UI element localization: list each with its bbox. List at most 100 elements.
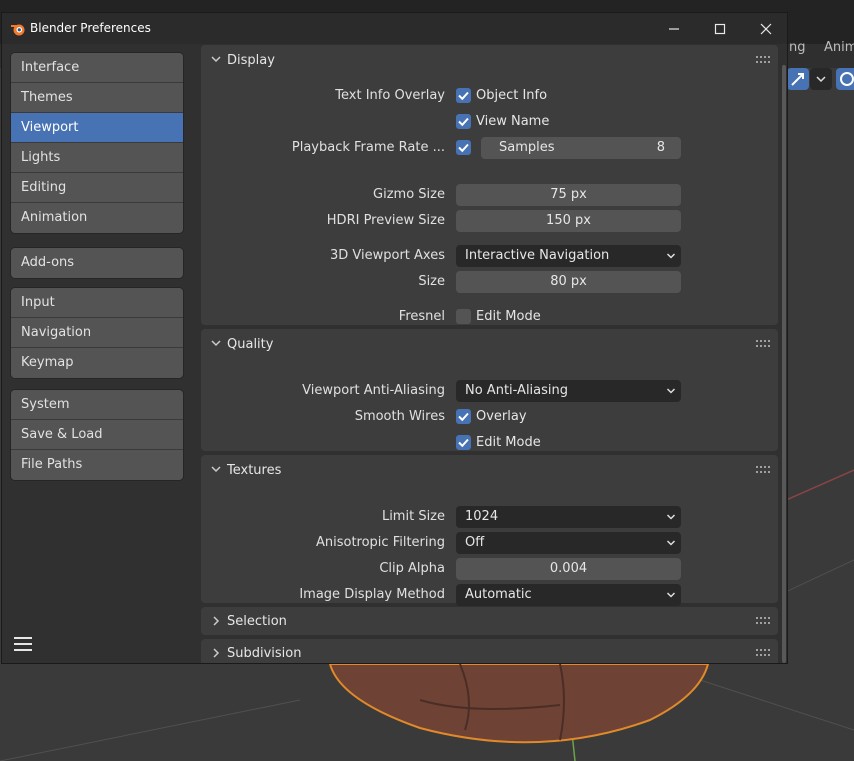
minimize-button[interactable] xyxy=(651,13,697,44)
minimize-icon xyxy=(669,27,679,30)
window-title: Blender Preferences xyxy=(30,21,151,35)
sidebar-item-file-paths[interactable]: File Paths xyxy=(11,450,183,480)
chevron-down-icon xyxy=(211,340,221,347)
image-display-method-value: Automatic xyxy=(465,587,532,602)
smooth-wires-edit-mode-label: Edit Mode xyxy=(476,435,541,450)
hamburger-menu-icon[interactable] xyxy=(12,633,34,655)
clip-alpha-field[interactable]: 0.004 xyxy=(456,558,681,580)
chevron-right-icon xyxy=(213,616,220,626)
smooth-wires-edit-row: Edit Mode xyxy=(201,432,778,454)
sidebar-group-addons: Add-ons xyxy=(11,248,183,278)
image-display-method-dropdown[interactable]: Automatic xyxy=(456,584,681,606)
quality-panel-header[interactable]: Quality xyxy=(201,329,778,359)
chevron-right-icon xyxy=(213,648,220,658)
sidebar-item-system[interactable]: System xyxy=(11,390,183,420)
image-display-method-label: Image Display Method xyxy=(299,587,445,602)
chevron-down-icon xyxy=(666,388,676,394)
drag-grip-icon[interactable] xyxy=(756,340,770,348)
sidebar-item-lights[interactable]: Lights xyxy=(11,143,183,173)
anisotropic-filtering-label: Anisotropic Filtering xyxy=(315,535,445,550)
sidebar-item-keymap[interactable]: Keymap xyxy=(11,348,183,378)
drag-grip-icon[interactable] xyxy=(756,649,770,657)
gizmo-size-row: Gizmo Size 75 px xyxy=(201,184,778,206)
sidebar-group-input: Input Navigation Keymap xyxy=(11,288,183,378)
sidebar-item-addons[interactable]: Add-ons xyxy=(11,248,183,278)
selection-panel-header[interactable]: Selection xyxy=(201,607,778,637)
hdri-preview-size-field[interactable]: 150 px xyxy=(456,210,681,232)
textures-panel-header[interactable]: Textures xyxy=(201,455,778,485)
smooth-wires-edit-mode-checkbox[interactable] xyxy=(456,435,471,450)
sidebar-group-general: Interface Themes Viewport Lights Editing… xyxy=(11,53,183,233)
smooth-wires-row: Smooth Wires Overlay xyxy=(201,406,778,428)
axes-size-label: Size xyxy=(418,274,445,289)
gizmo-size-label: Gizmo Size xyxy=(373,187,445,202)
sidebar-item-interface[interactable]: Interface xyxy=(11,53,183,83)
axes-size-row: Size 80 px xyxy=(201,271,778,293)
drag-grip-icon[interactable] xyxy=(756,617,770,625)
clip-alpha-label: Clip Alpha xyxy=(379,561,445,576)
samples-field[interactable]: Samples 8 xyxy=(481,137,681,159)
text-info-overlay-label: Text Info Overlay xyxy=(335,88,445,103)
samples-value: 8 xyxy=(656,140,665,155)
sidebar-item-save-load[interactable]: Save & Load xyxy=(11,420,183,450)
image-display-method-row: Image Display Method Automatic xyxy=(201,584,778,606)
subdivision-panel-header[interactable]: Subdivision xyxy=(201,639,778,663)
checkmark-icon xyxy=(458,143,469,153)
limit-size-label: Limit Size xyxy=(381,509,445,524)
scrollbar[interactable] xyxy=(782,65,786,663)
sidebar-item-navigation[interactable]: Navigation xyxy=(11,318,183,348)
checkmark-icon xyxy=(458,412,469,422)
viewport-axes-value: Interactive Navigation xyxy=(465,248,610,263)
close-button[interactable] xyxy=(743,13,789,44)
chevron-down-icon xyxy=(211,466,221,473)
view-name-checkbox[interactable] xyxy=(456,114,471,129)
preferences-window: Blender Preferences Interface Themes Vie… xyxy=(1,12,788,664)
textures-panel: Textures Limit Size 1024 Anisotropic Fil… xyxy=(201,455,778,606)
viewport-axes-label: 3D Viewport Axes xyxy=(329,248,445,263)
drag-grip-icon[interactable] xyxy=(756,466,770,474)
checkmark-icon xyxy=(458,117,469,127)
sidebar-item-input[interactable]: Input xyxy=(11,288,183,318)
anisotropic-filtering-dropdown[interactable]: Off xyxy=(456,532,681,554)
smooth-wires-label: Smooth Wires xyxy=(354,409,445,424)
viewport-anti-aliasing-dropdown[interactable]: No Anti-Aliasing xyxy=(456,380,681,402)
fresnel-edit-mode-label: Edit Mode xyxy=(476,309,541,324)
panel-title: Selection xyxy=(227,614,287,629)
display-panel: Display Text Info Overlay Object Info Vi… xyxy=(201,45,778,325)
gizmo-size-field[interactable]: 75 px xyxy=(456,184,681,206)
object-info-checkbox[interactable] xyxy=(456,88,471,103)
title-bar[interactable]: Blender Preferences xyxy=(2,13,787,44)
chevron-down-icon xyxy=(666,514,676,520)
hdri-preview-size-label: HDRI Preview Size xyxy=(326,213,445,228)
object-info-label: Object Info xyxy=(476,88,548,103)
quality-panel: Quality Viewport Anti-Aliasing No Anti-A… xyxy=(201,329,778,451)
view-name-label: View Name xyxy=(476,114,550,129)
chevron-down-icon xyxy=(211,56,221,63)
anisotropic-filtering-value: Off xyxy=(465,535,485,550)
checkmark-icon xyxy=(458,438,469,448)
viewport-anti-aliasing-label: Viewport Anti-Aliasing xyxy=(302,383,445,398)
view-name-row: View Name xyxy=(201,111,778,133)
panel-title: Display xyxy=(227,53,275,68)
fresnel-edit-mode-checkbox[interactable] xyxy=(456,309,471,324)
smooth-wires-overlay-checkbox[interactable] xyxy=(456,409,471,424)
viewport-anti-aliasing-row: Viewport Anti-Aliasing No Anti-Aliasing xyxy=(201,380,778,402)
selection-panel: Selection xyxy=(201,607,778,635)
display-panel-header[interactable]: Display xyxy=(201,45,778,75)
blender-logo-icon xyxy=(11,24,25,36)
viewport-axes-dropdown[interactable]: Interactive Navigation xyxy=(456,245,681,267)
playback-frame-rate-label: Playback Frame Rate ... xyxy=(291,140,445,155)
playback-frame-rate-checkbox[interactable] xyxy=(456,140,471,155)
sidebar-item-editing[interactable]: Editing xyxy=(11,173,183,203)
viewport-axes-row: 3D Viewport Axes Interactive Navigation xyxy=(201,245,778,267)
drag-grip-icon[interactable] xyxy=(756,56,770,64)
fresnel-row: Fresnel Edit Mode xyxy=(201,306,778,328)
panel-title: Subdivision xyxy=(227,646,302,661)
sidebar-item-animation[interactable]: Animation xyxy=(11,203,183,233)
sidebar-item-viewport[interactable]: Viewport xyxy=(11,113,183,143)
maximize-button[interactable] xyxy=(697,13,743,44)
text-info-overlay-row: Text Info Overlay Object Info xyxy=(201,85,778,107)
sidebar-item-themes[interactable]: Themes xyxy=(11,83,183,113)
axes-size-field[interactable]: 80 px xyxy=(456,271,681,293)
limit-size-dropdown[interactable]: 1024 xyxy=(456,506,681,528)
